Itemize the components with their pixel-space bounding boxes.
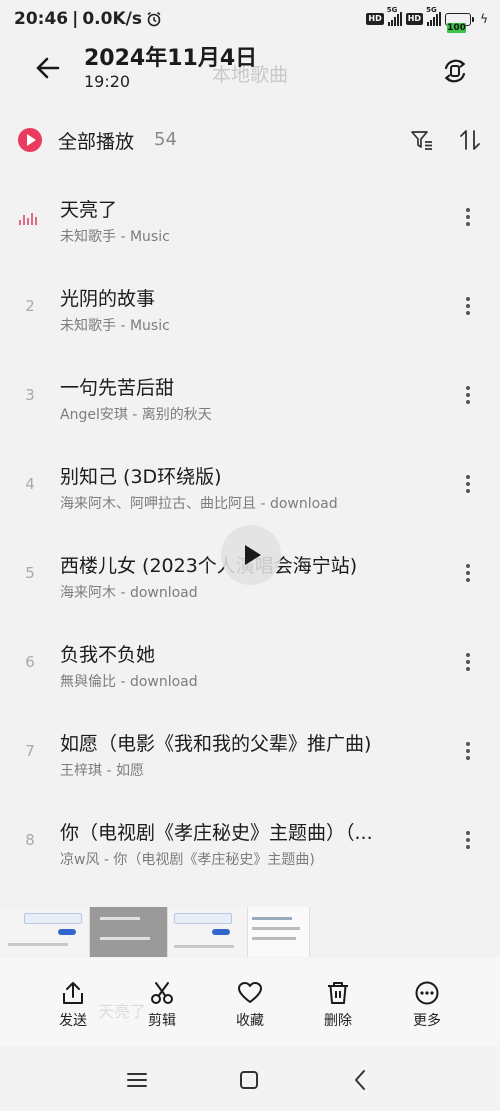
status-right: HD 5G HD 5G 100 ϟ	[366, 6, 488, 33]
song-subtitle: 海来阿木 - download	[60, 585, 198, 601]
song-subtitle: Angel安琪 - 离别的秋天	[60, 407, 212, 423]
sort-button[interactable]	[458, 128, 482, 152]
song-subtitle: 海来阿木、阿呷拉古、曲比阿且 - download	[60, 496, 338, 512]
edit-button[interactable]: 剪辑	[132, 980, 192, 1030]
more-button[interactable]: 更多	[397, 980, 457, 1030]
hd-badge: HD	[366, 13, 384, 25]
song-title: 西楼儿女 (2023个人演唱会海宁站)	[60, 555, 358, 577]
net-speed: 0.0K/s	[82, 9, 142, 29]
thumbnail	[168, 907, 248, 957]
song-subtitle: 無與倫比 - download	[60, 674, 198, 690]
more-vertical-icon[interactable]	[458, 472, 478, 500]
song-title: 天亮了	[60, 199, 118, 221]
more-circle-icon	[415, 981, 439, 1005]
song-number: 6	[25, 653, 35, 671]
delete-label: 删除	[324, 1013, 352, 1029]
song-title: 别知己 (3D环绕版)	[60, 466, 222, 488]
song-number: 5	[25, 564, 35, 582]
song-title: 光阴的故事	[60, 288, 156, 310]
song-row[interactable]: 4 别知己 (3D环绕版) 海来阿木、阿呷拉古、曲比阿且 - download	[0, 442, 500, 531]
screenshot-thumbnail-strip[interactable]	[0, 907, 310, 957]
song-row[interactable]: 天亮了 未知歌手 - Music	[0, 175, 500, 264]
favorite-label: 收藏	[236, 1013, 264, 1029]
home-square-icon	[240, 1071, 258, 1089]
song-row[interactable]: 6 负我不负她 無與倫比 - download	[0, 620, 500, 709]
more-vertical-icon[interactable]	[458, 828, 478, 856]
song-count: 54	[154, 129, 177, 150]
thumbnail	[0, 907, 90, 957]
more-label: 更多	[413, 1013, 441, 1029]
song-row[interactable]: 3 一句先苦后甜 Angel安琪 - 离别的秋天	[0, 353, 500, 442]
song-title: 一句先苦后甜	[60, 377, 175, 399]
action-bar: 天亮了 发送 剪辑 收藏 删除 更多	[0, 958, 500, 1046]
song-title: 你（电视剧《孝庄秘史》主题曲）（...	[60, 822, 373, 844]
song-row[interactable]: 2 光阴的故事 未知歌手 - Music	[0, 264, 500, 353]
back-nav-button[interactable]	[349, 1068, 373, 1092]
thumbnail	[248, 907, 310, 957]
home-nav-button[interactable]	[237, 1068, 261, 1092]
edit-label: 剪辑	[148, 1013, 176, 1029]
status-bar: 20:46 | 0.0K/s HD 5G HD 5G 100 ϟ	[0, 0, 500, 40]
song-subtitle: 未知歌手 - Music	[60, 318, 170, 334]
signal-icon: 5G	[387, 6, 402, 26]
favorite-button[interactable]: 收藏	[220, 980, 280, 1030]
thumbnail	[90, 907, 168, 957]
rotate-icon	[444, 59, 466, 83]
status-time: 20:46	[14, 9, 69, 29]
back-chevron-icon	[355, 1070, 365, 1090]
song-number: 3	[25, 386, 35, 404]
song-row[interactable]: 8 你（电视剧《孝庄秘史》主题曲）（... 凉w风 - 你（电视剧《孝庄秘史》主…	[0, 798, 500, 887]
scissors-icon	[151, 982, 173, 1004]
song-number: 2	[25, 297, 35, 315]
status-left: 20:46 | 0.0K/s	[14, 9, 162, 29]
signal-icon-2: 5G	[426, 6, 442, 26]
menu-icon	[127, 1073, 147, 1087]
play-all-icon[interactable]	[18, 128, 42, 152]
song-subtitle: 王梓琪 - 如愿	[60, 763, 144, 779]
song-number: 4	[25, 475, 35, 493]
trash-icon	[328, 982, 348, 1004]
more-vertical-icon[interactable]	[458, 383, 478, 411]
delete-button[interactable]: 删除	[308, 980, 368, 1030]
more-vertical-icon[interactable]	[458, 561, 478, 589]
header-time: 19:20	[84, 72, 131, 91]
heart-icon	[238, 982, 262, 1003]
song-number: 8	[25, 831, 35, 849]
song-subtitle: 凉w风 - 你（电视剧《孝庄秘史》主题曲)	[60, 852, 315, 868]
song-row[interactable]: 7 如愿（电影《我和我的父辈》推广曲) 王梓琪 - 如愿	[0, 709, 500, 798]
alarm-icon	[147, 11, 161, 27]
hd-badge-2: HD	[405, 13, 424, 25]
play-all-button[interactable]: 全部播放	[58, 127, 134, 154]
more-vertical-icon[interactable]	[458, 205, 478, 233]
battery-level: 100	[447, 22, 466, 33]
system-nav-bar	[0, 1046, 500, 1111]
song-title: 如愿（电影《我和我的父辈》推广曲)	[60, 733, 372, 755]
more-vertical-icon[interactable]	[458, 294, 478, 322]
share-button[interactable]: 发送	[43, 980, 103, 1030]
menu-nav-button[interactable]	[125, 1068, 149, 1092]
header: 本地歌曲 2024年11月4日 19:20	[0, 38, 500, 100]
share-label: 发送	[59, 1013, 87, 1029]
song-subtitle: 未知歌手 - Music	[60, 229, 170, 245]
back-button[interactable]	[30, 50, 66, 86]
back-arrow-icon	[36, 57, 60, 79]
more-vertical-icon[interactable]	[458, 650, 478, 678]
share-icon	[63, 982, 83, 1004]
rotate-button[interactable]	[440, 56, 470, 86]
filter-button[interactable]	[410, 128, 434, 152]
now-playing-icon	[19, 211, 39, 225]
filter-icon	[411, 131, 432, 150]
more-vertical-icon[interactable]	[458, 739, 478, 767]
battery-icon: 100	[445, 12, 475, 33]
song-title: 负我不负她	[60, 644, 156, 666]
play-all-bar: 全部播放 54	[0, 112, 500, 168]
charging-icon: ϟ	[480, 12, 488, 26]
sort-icon	[460, 130, 480, 150]
header-date: 2024年11月4日	[84, 46, 258, 71]
floating-play-button[interactable]	[221, 525, 281, 585]
song-number: 7	[25, 742, 35, 760]
